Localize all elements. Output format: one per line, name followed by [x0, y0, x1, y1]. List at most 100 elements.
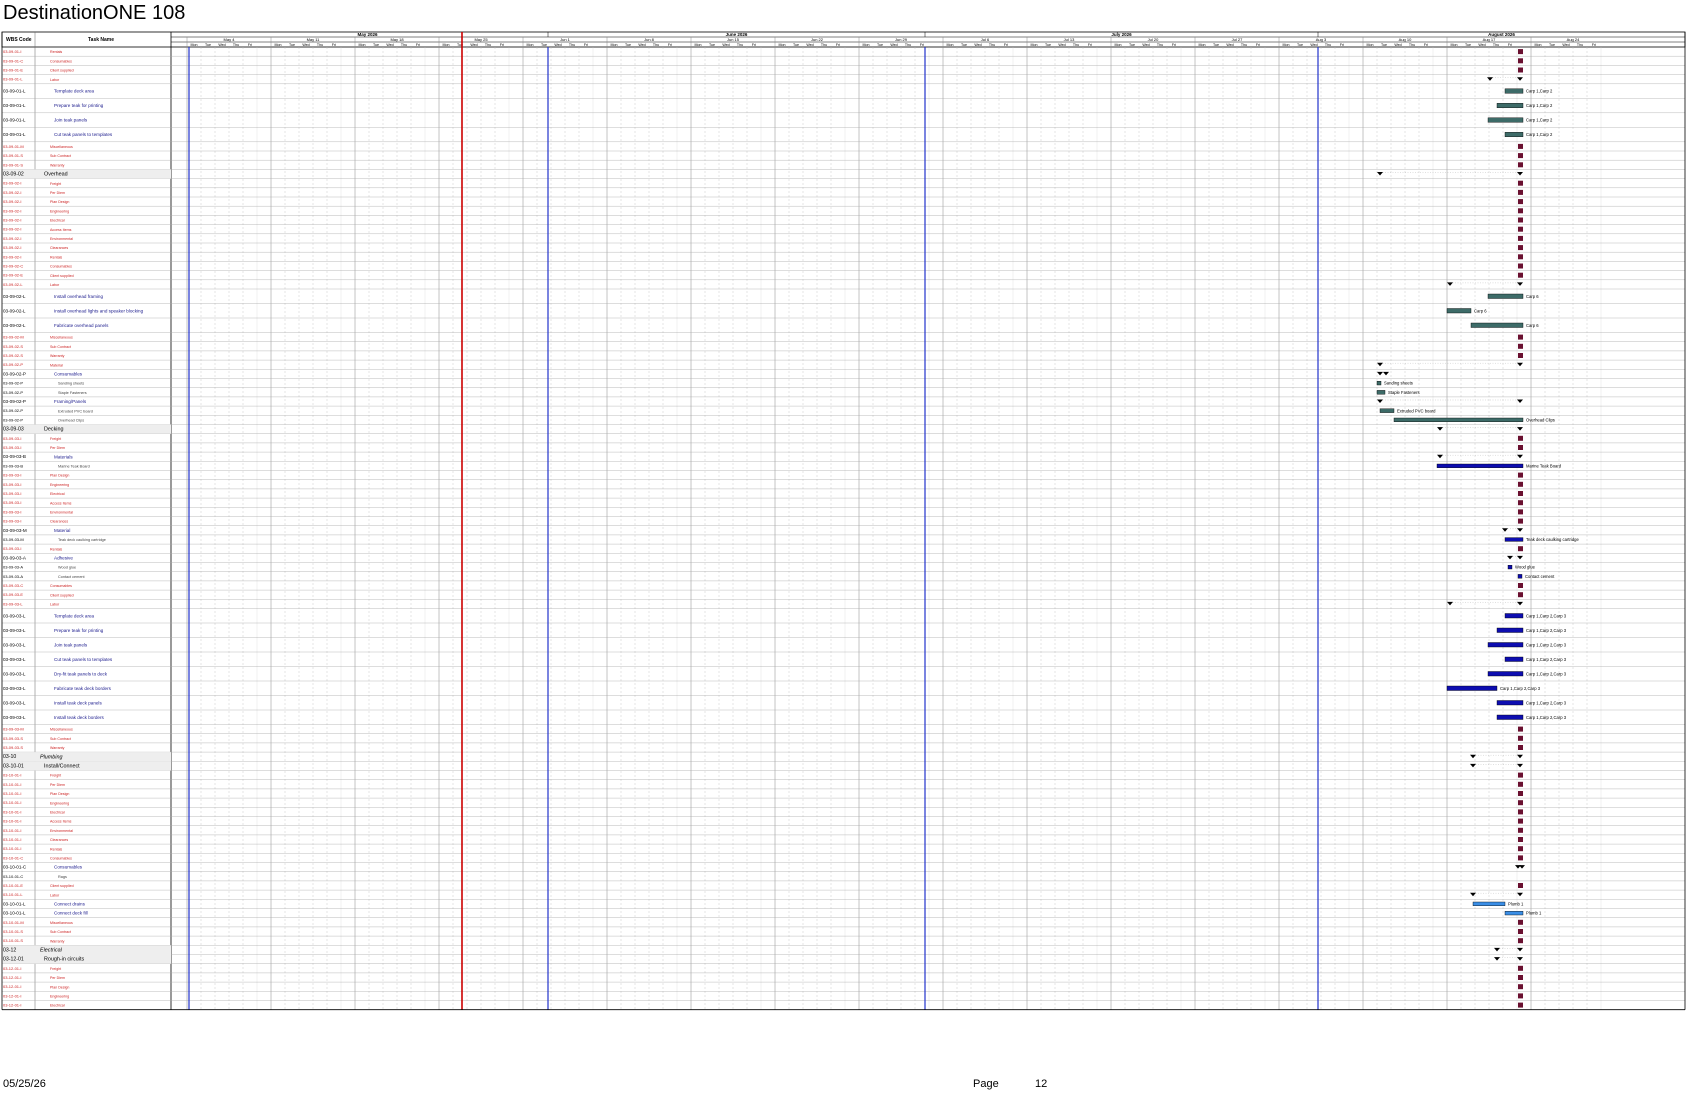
- task-name: Engineering: [50, 209, 69, 213]
- wbs-code: 03-12-01-I: [3, 966, 21, 971]
- cost-marker: [1518, 827, 1523, 833]
- cost-marker: [1518, 509, 1523, 515]
- cost-marker: [1518, 153, 1523, 159]
- resource-label: Carp 1,Carp 2,Carp 3: [1526, 657, 1567, 662]
- day-label: Fri: [1256, 43, 1260, 47]
- wbs-code: 03-12-01-I: [3, 975, 21, 980]
- wbs-code: 03-10-01-I: [3, 782, 21, 787]
- column-header-wbs: WBS Code: [6, 37, 32, 43]
- task-name: Cut teak panels to templates: [54, 657, 113, 662]
- task-name: Clearances: [50, 838, 68, 842]
- wbs-code: 03-09-01-E: [3, 68, 23, 73]
- cost-marker: [1518, 546, 1523, 552]
- wbs-code: 03-10-01-I: [3, 837, 21, 842]
- task-name: Electrical: [50, 1004, 65, 1008]
- summary-start-marker: [1377, 362, 1383, 367]
- day-label: Wed: [1058, 43, 1065, 47]
- wbs-code: 03-09-02-P: [3, 399, 26, 404]
- cost-marker: [1518, 189, 1523, 195]
- resource-label: Carp 1,Carp 2,Carp 3: [1526, 613, 1567, 618]
- task-name: Warranty: [50, 939, 65, 943]
- day-label: Tue: [1213, 43, 1219, 47]
- cost-marker: [1518, 143, 1523, 149]
- summary-start-marker: [1437, 427, 1443, 431]
- wbs-code: 03-09-03-L: [3, 657, 26, 662]
- wbs-code: 03-09-03-L: [3, 686, 26, 691]
- week-label: Jun 22: [811, 37, 824, 42]
- cost-marker: [1518, 800, 1523, 806]
- day-label: Thu: [905, 43, 911, 47]
- day-label: Mon: [191, 43, 198, 47]
- task-name: Consumables: [50, 59, 72, 63]
- wbs-code: 03-09-02-I: [3, 208, 21, 213]
- task-name: Consumables: [50, 584, 72, 588]
- week-label: Jul 6: [981, 37, 990, 42]
- week-label: May 11: [307, 37, 321, 42]
- cost-marker: [1518, 208, 1523, 214]
- task-name: Sub Contract: [50, 930, 71, 934]
- task-name: Per Diem: [50, 976, 65, 980]
- day-label: Mon: [779, 43, 786, 47]
- day-label: Fri: [1592, 43, 1596, 47]
- day-label: Fri: [1508, 43, 1512, 47]
- day-label: Mon: [1451, 43, 1458, 47]
- wbs-code: 03-09-03-L: [3, 613, 26, 618]
- wbs-code: 03-09-03-I: [3, 546, 21, 551]
- cost-marker: [1518, 781, 1523, 787]
- cost-marker: [1518, 272, 1523, 278]
- task-name: Material: [50, 363, 63, 367]
- task-name: Miscellaneous: [50, 728, 73, 732]
- task-bar: [1504, 537, 1524, 542]
- task-name: Miscellaneous: [50, 921, 73, 925]
- task-name: Environmental: [50, 237, 73, 241]
- task-name: Per Diem: [50, 191, 65, 195]
- summary-end-marker: [1517, 754, 1523, 759]
- task-name: Electrical: [50, 219, 65, 223]
- task-name: Plan Design: [50, 200, 69, 204]
- task-name: Warranty: [50, 746, 65, 750]
- cost-marker: [1518, 929, 1523, 934]
- wbs-code: 03-10-01-I: [3, 819, 21, 824]
- task-name: Per Diem: [50, 446, 65, 450]
- wbs-code: 03-10-01-I: [3, 800, 21, 805]
- summary-end-marker: [1517, 172, 1523, 176]
- task-name: Warranty: [50, 163, 65, 167]
- task-name: Prepare teak for printing: [54, 103, 104, 108]
- summary-end-marker: [1517, 555, 1523, 560]
- resource-label: Marine Teak Board: [1526, 464, 1562, 469]
- wbs-code: 03-09-02: [3, 172, 24, 178]
- day-label: Fri: [416, 43, 420, 47]
- day-label: Fri: [920, 43, 924, 47]
- summary-start-marker: [1507, 555, 1513, 560]
- wbs-code: 03-10-01-C: [3, 874, 23, 879]
- task-name: Miscellaneous: [50, 336, 73, 340]
- task-name: Consumables: [54, 865, 83, 870]
- cost-marker: [1518, 472, 1523, 478]
- task-bar: [1504, 132, 1524, 138]
- cost-marker: [1518, 500, 1523, 506]
- summary-start-marker: [1494, 957, 1500, 961]
- cost-marker: [1518, 245, 1523, 251]
- week-label: Jul 20: [1148, 37, 1159, 42]
- wbs-code: 03-09-01-S: [3, 153, 23, 158]
- day-label: Mon: [527, 43, 534, 47]
- day-label: Wed: [1226, 43, 1233, 47]
- day-label: Thu: [317, 43, 323, 47]
- day-label: Wed: [1310, 43, 1317, 47]
- summary-start-marker: [1487, 77, 1493, 81]
- wbs-code: 03-09-02-I: [3, 199, 21, 204]
- task-name: Access Items: [50, 228, 72, 232]
- wbs-code: 03-12-01: [3, 957, 24, 963]
- wbs-code: 03-09-03: [3, 427, 24, 433]
- wbs-code: 03-10-01-L: [3, 901, 26, 906]
- day-label: Tue: [877, 43, 883, 47]
- day-label: Fri: [1424, 43, 1428, 47]
- day-label: Fri: [836, 43, 840, 47]
- cost-marker: [1518, 235, 1523, 241]
- wbs-code: 03-09-02-P: [3, 371, 26, 376]
- day-label: Thu: [569, 43, 575, 47]
- task-bar: [1446, 308, 1472, 314]
- task-name: Freight: [50, 774, 61, 778]
- resource-label: Plumb 1: [1526, 911, 1542, 916]
- task-name: Marine Teak Board: [58, 465, 90, 469]
